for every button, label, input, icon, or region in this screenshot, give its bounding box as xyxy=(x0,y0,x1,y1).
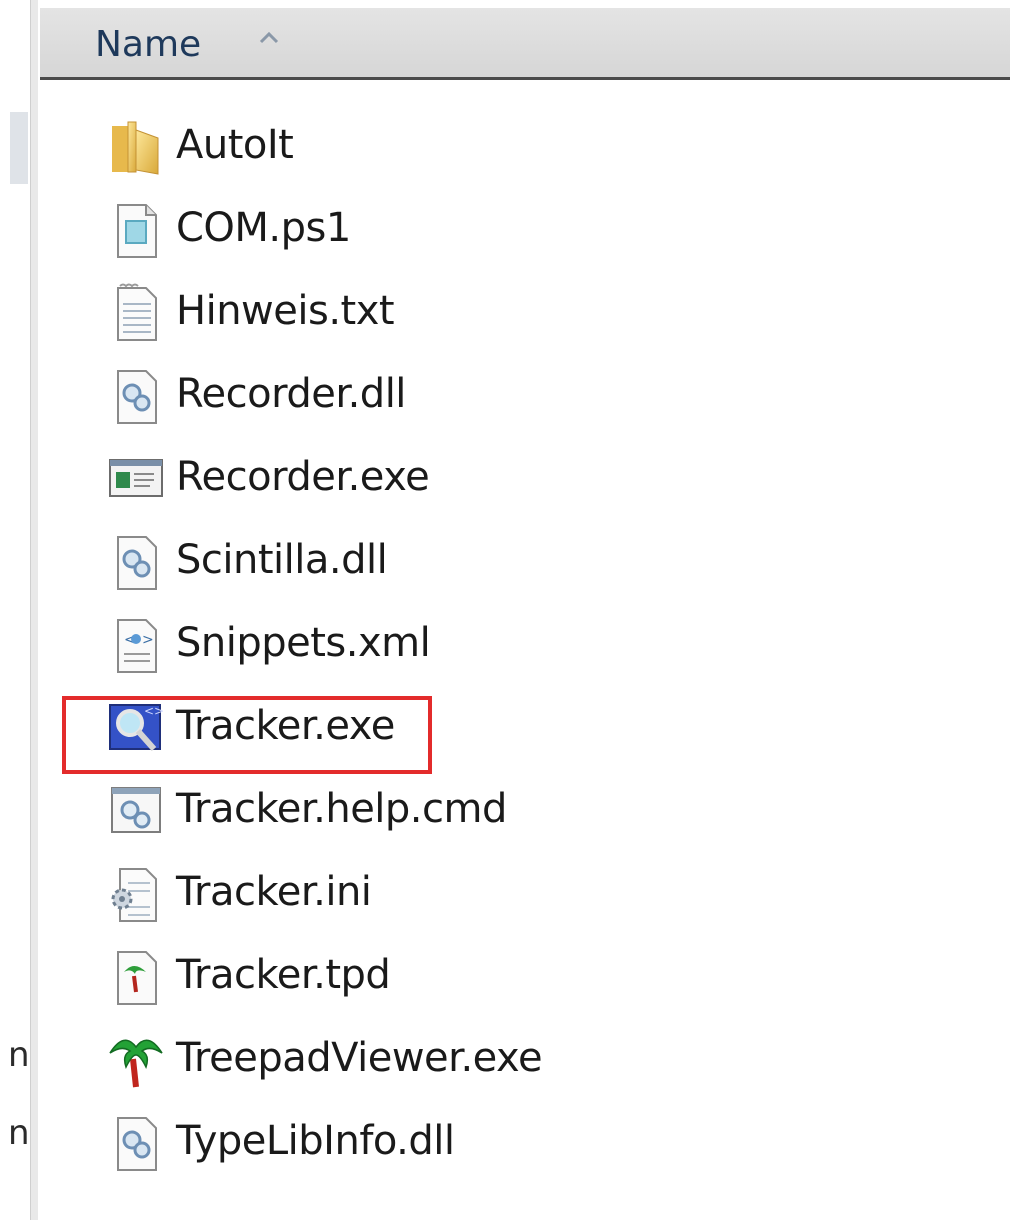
file-name: Tracker.tpd xyxy=(176,952,391,998)
file-name: AutoIt xyxy=(176,122,294,168)
list-item[interactable]: Recorder.exe xyxy=(100,440,1000,523)
file-name: Hinweis.txt xyxy=(176,288,395,334)
exe-window-icon xyxy=(109,459,163,497)
list-item[interactable]: Tracker.ini xyxy=(100,855,1000,938)
list-item[interactable]: Scintilla.dll xyxy=(100,523,1000,606)
highlight-annotation-box xyxy=(62,696,432,774)
xml-file-icon: < > xyxy=(117,619,157,673)
navigation-pane[interactable]: n n xyxy=(0,0,38,1220)
file-name: COM.ps1 xyxy=(176,205,351,251)
dll-file-icon xyxy=(117,370,157,424)
ini-settings-file-icon xyxy=(111,868,157,922)
dll-file-icon xyxy=(117,1117,157,1171)
file-name: TreepadViewer.exe xyxy=(176,1035,543,1081)
file-name: Scintilla.dll xyxy=(176,537,388,583)
file-list: AutoIt COM.ps1 Hinweis.txt Recorder.dll … xyxy=(100,108,1000,1187)
list-item[interactable]: Tracker.help.cmd xyxy=(100,772,1000,855)
list-item[interactable]: Tracker.tpd xyxy=(100,938,1000,1021)
name-column-label: Name xyxy=(95,24,202,65)
pane-splitter[interactable] xyxy=(30,0,38,1220)
name-column-header[interactable]: Name xyxy=(40,8,1010,80)
treepad-file-icon xyxy=(117,951,157,1005)
dll-file-icon xyxy=(117,536,157,590)
list-item[interactable]: TreepadViewer.exe xyxy=(100,1021,1000,1104)
list-item[interactable]: Hinweis.txt xyxy=(100,274,1000,357)
list-item[interactable]: TypeLibInfo.dll xyxy=(100,1104,1000,1187)
script-file-icon xyxy=(117,204,157,258)
text-file-icon xyxy=(117,283,157,341)
sort-ascending-icon xyxy=(259,31,279,44)
list-item[interactable]: < > Snippets.xml xyxy=(100,606,1000,689)
file-name: Recorder.dll xyxy=(176,371,406,417)
file-name: Recorder.exe xyxy=(176,454,430,500)
file-name: TypeLibInfo.dll xyxy=(176,1118,455,1164)
cmd-file-icon xyxy=(111,787,161,833)
palm-tree-icon xyxy=(109,1039,163,1088)
list-item[interactable]: COM.ps1 xyxy=(100,191,1000,274)
file-name: Tracker.ini xyxy=(176,869,372,915)
nav-item-fragment[interactable]: n xyxy=(8,1038,30,1072)
list-item[interactable]: AutoIt xyxy=(100,108,1000,191)
file-name: Tracker.help.cmd xyxy=(176,786,507,832)
svg-text:>: > xyxy=(142,632,154,648)
list-item[interactable]: Recorder.dll xyxy=(100,357,1000,440)
nav-item-fragment[interactable]: n xyxy=(8,1116,30,1150)
folder-icon xyxy=(112,121,159,175)
file-name: Snippets.xml xyxy=(176,620,431,666)
nav-pane-selection xyxy=(10,112,28,184)
explorer-window: n n Name AutoIt COM.ps1 Hinweis.txt Reco… xyxy=(0,0,1010,1220)
